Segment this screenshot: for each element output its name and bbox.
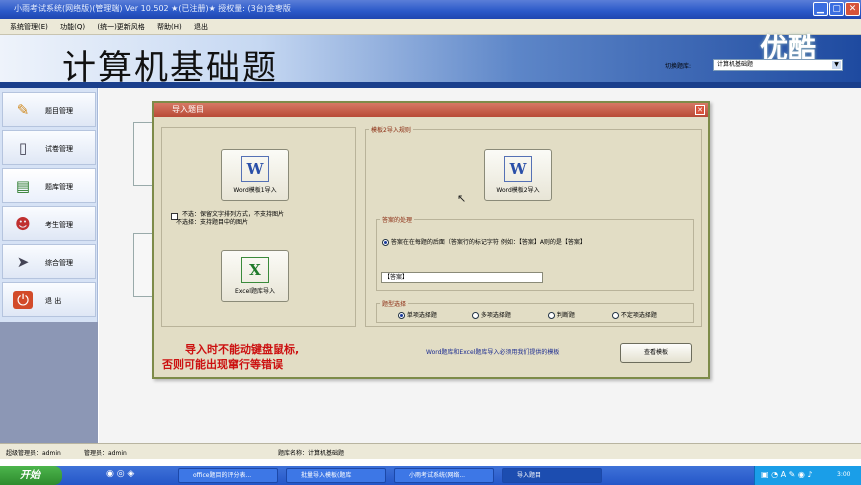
sidebar-item-exit[interactable]: ⏻ 退 出 (2, 282, 96, 317)
tray-icons[interactable]: ▣ ◔ A ✎ ◉ ♪ (761, 470, 813, 479)
clock: 3:00 (837, 471, 851, 478)
word-template2-label: Word模板2导入 (496, 187, 540, 194)
power-icon: ⏻ (13, 291, 33, 309)
excel-icon: X (241, 257, 269, 283)
status-bank-name: 题库名称：计算机基础题 (278, 450, 345, 457)
type-label: 不定项选择题 (620, 312, 657, 319)
status-admin: 管理员：admin (84, 450, 127, 457)
quick-launch[interactable]: ◉ ◎ ◈ (106, 469, 166, 482)
sidebar-item-students[interactable]: ☻ 考生管理 (2, 206, 96, 241)
answer-option[interactable]: 答案在在每题的后面（答案行的标记字符 例如：【答案】A则的是【答案】 (382, 237, 586, 246)
paper-icon: ▯ (18, 139, 28, 157)
menu-system[interactable]: 系统管理(E) (10, 22, 48, 32)
sidebar-item-label: 题库管理 (45, 183, 73, 191)
sidebar-fill (0, 322, 98, 443)
type-radio[interactable] (398, 312, 405, 319)
tools-icon: ➤ (16, 253, 30, 271)
word-icon: W (504, 156, 532, 182)
background-panel (133, 233, 153, 297)
menu-bar: 系统管理(E) 功能(Q) (统一)更新风格 帮助(H) 退出 (0, 19, 861, 35)
question-type-group-label: 题型选择 (380, 299, 409, 308)
maximize-button[interactable]: ▢ (829, 2, 844, 16)
type-label: 多项选择题 (480, 312, 511, 319)
users-icon: ☻ (15, 215, 31, 233)
word-template1-label: Word模板1导入 (233, 187, 277, 194)
sidebar-item-label: 试卷管理 (45, 145, 73, 153)
bank-select-value: 计算机基础题 (717, 61, 754, 68)
answer-marker-input[interactable]: 【答案】 (381, 272, 543, 283)
type-radio[interactable] (472, 312, 479, 319)
sidebar-item-label: 综合管理 (45, 259, 73, 267)
system-tray: ▣ ◔ A ✎ ◉ ♪ 3:00 (754, 466, 861, 485)
bank-select[interactable]: 计算机基础题 ▼ (713, 59, 843, 71)
type-option-indefinite[interactable]: 不定项选择题 (612, 310, 657, 319)
sidebar-item-banks[interactable]: ▤ 题库管理 (2, 168, 96, 203)
task-batch-import[interactable]: 批量导入模板(题库 (286, 468, 386, 483)
sidebar-item-questions[interactable]: ✎ 题目管理 (2, 92, 96, 127)
answer-option-label: 答案在在每题的后面（答案行的标记字符 例如：【答案】A则的是【答案】 (390, 239, 586, 246)
window-titlebar[interactable]: 小雨考试系统(网络版)(管理端) Ver 10.502 ★(已注册)★ 授权量:… (0, 0, 861, 19)
answer-radio[interactable] (382, 239, 389, 246)
option-text-2: 不选择：支持题目中的图片 (176, 219, 249, 226)
menu-function[interactable]: 功能(Q) (60, 22, 85, 32)
type-option-judge[interactable]: 判断题 (548, 310, 575, 319)
dialog-title: 导入题目 (172, 105, 204, 114)
view-template-button[interactable]: 查看模板 (620, 343, 692, 363)
task-exam-system[interactable]: 小雨考试系统(网络... (394, 468, 494, 483)
close-button[interactable]: ✕ (845, 2, 860, 16)
database-icon: ▤ (15, 177, 31, 195)
chevron-down-icon[interactable]: ▼ (832, 61, 841, 69)
task-import-dialog[interactable]: 导入题目 (502, 468, 602, 483)
menu-help[interactable]: 帮助(H) (157, 22, 182, 32)
sidebar-item-label: 题目管理 (45, 107, 73, 115)
word-icon: W (241, 156, 269, 182)
type-label: 单项选择题 (406, 312, 437, 319)
answer-group-label: 答案的处理 (380, 215, 415, 224)
type-radio[interactable] (548, 312, 555, 319)
warning-line-1: 导入时不能动键盘鼠标, (185, 343, 300, 356)
word-template1-import-button[interactable]: W Word模板1导入 (221, 149, 289, 201)
word-template2-import-button[interactable]: W Word模板2导入 (484, 149, 552, 201)
template-note: Word题库和Excel题库导入必须用我们提供的模板 (426, 349, 560, 356)
status-bar: 超级管理员：admin 管理员：admin 题库名称：计算机基础题 (0, 443, 861, 459)
start-button[interactable]: 开始 (0, 466, 62, 485)
menu-exit[interactable]: 退出 (194, 22, 208, 32)
type-radio[interactable] (612, 312, 619, 319)
sidebar: ✎ 题目管理 ▯ 试卷管理 ▤ 题库管理 ☻ 考生管理 ➤ 综合管理 ⏻ 退 出 (0, 88, 98, 443)
status-super-admin: 超级管理员：admin (6, 450, 61, 457)
type-option-single[interactable]: 单项选择题 (398, 310, 437, 319)
import-dialog: 导入题目 ✕ W Word模板1导入 不选：保留文字排列方式，不支持图片 不选择… (152, 101, 710, 379)
sidebar-item-papers[interactable]: ▯ 试卷管理 (2, 130, 96, 165)
template2-group-label: 模板2导入规则 (369, 125, 413, 134)
warning-line-2: 否则可能出现窜行等错误 (162, 358, 283, 371)
close-icon[interactable]: ✕ (695, 105, 705, 115)
minimize-button[interactable]: ▁ (813, 2, 828, 16)
menu-style[interactable]: (统一)更新风格 (97, 22, 144, 32)
edit-doc-icon: ✎ (16, 101, 30, 119)
window-title: 小雨考试系统(网络版)(管理端) Ver 10.502 ★(已注册)★ 授权量:… (14, 4, 291, 13)
header-banner: 计算机基础题 优酷 切换题库: 计算机基础题 ▼ (0, 32, 861, 88)
bank-switch-label: 切换题库: (665, 63, 692, 70)
mouse-cursor-icon: ↖ (457, 192, 467, 205)
task-office[interactable]: office题目的评分表... (178, 468, 278, 483)
excel-import-button[interactable]: X Excel题库导入 (221, 250, 289, 302)
sidebar-item-label: 退 出 (45, 297, 62, 305)
type-option-multiple[interactable]: 多项选择题 (472, 310, 511, 319)
sidebar-item-label: 考生管理 (45, 221, 73, 229)
excel-import-label: Excel题库导入 (235, 288, 275, 295)
background-panel (133, 122, 153, 186)
taskbar: 开始 ◉ ◎ ◈ office题目的评分表... 批量导入模板(题库 小雨考试系… (0, 466, 861, 485)
type-label: 判断题 (556, 312, 575, 319)
dialog-titlebar[interactable]: 导入题目 ✕ (154, 103, 708, 117)
sidebar-item-general[interactable]: ➤ 综合管理 (2, 244, 96, 279)
